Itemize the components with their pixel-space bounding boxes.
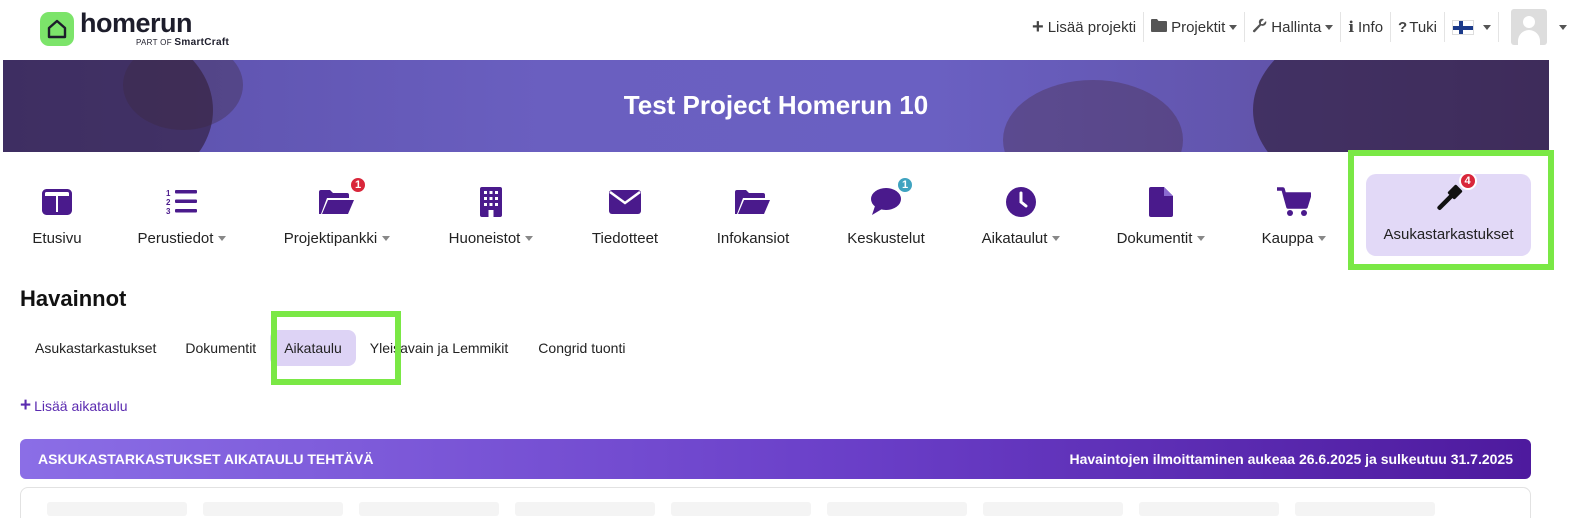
module-label: Tiedotteet bbox=[591, 230, 659, 247]
info-label: Info bbox=[1358, 18, 1384, 36]
admin-label: Hallinta bbox=[1271, 18, 1322, 36]
notification-badge: 1 bbox=[896, 176, 914, 194]
add-schedule-label: Lisää aikataulu bbox=[34, 398, 128, 414]
plus-icon: + bbox=[20, 395, 32, 416]
chevron-down-icon bbox=[218, 236, 227, 241]
module-kauppa[interactable]: Kauppa bbox=[1254, 170, 1334, 260]
schedule-panel-header: ASKUKASTARKASTUKSET AIKATAULU TEHTÄVÄ Ha… bbox=[20, 439, 1531, 479]
module-dokumentit[interactable]: Dokumentit bbox=[1108, 170, 1214, 260]
module-tiedotteet[interactable]: Tiedotteet bbox=[582, 170, 668, 260]
cart-icon bbox=[1274, 182, 1314, 222]
avatar bbox=[1511, 9, 1547, 45]
tab-dokumentit[interactable]: Dokumentit bbox=[171, 330, 264, 366]
module-huoneistot[interactable]: Huoneistot bbox=[440, 170, 542, 260]
question-icon: ? bbox=[1398, 18, 1408, 36]
user-menu[interactable] bbox=[1499, 9, 1574, 45]
placeholder-cell bbox=[1139, 502, 1279, 516]
placeholder-cell bbox=[1295, 502, 1435, 516]
module-label: Infokansiot bbox=[716, 230, 790, 247]
page-title: Havainnot bbox=[20, 286, 127, 311]
panel-title: ASKUKASTARKASTUKSET AIKATAULU TEHTÄVÄ bbox=[38, 451, 374, 467]
chevron-down-icon bbox=[1318, 236, 1327, 241]
add-schedule-link[interactable]: + Lisää aikataulu bbox=[20, 395, 128, 416]
project-banner: Test Project Homerun 10 bbox=[3, 60, 1549, 152]
info-icon: i bbox=[1348, 18, 1355, 36]
chevron-down-icon bbox=[1559, 24, 1567, 30]
chevron-down-icon bbox=[525, 236, 534, 241]
module-label: Dokumentit bbox=[1116, 230, 1193, 247]
svg-text:3: 3 bbox=[166, 207, 171, 216]
notification-badge: 1 bbox=[349, 176, 367, 194]
support-link[interactable]: ? Tuki bbox=[1391, 12, 1445, 42]
module-label: Huoneistot bbox=[448, 230, 521, 247]
module-perustiedot[interactable]: 123 Perustiedot bbox=[128, 170, 236, 260]
module-label: Aikataulut bbox=[981, 230, 1048, 247]
envelope-icon bbox=[605, 182, 645, 222]
admin-dropdown[interactable]: Hallinta bbox=[1245, 12, 1342, 42]
brand-sub: PART OF SmartCraft bbox=[136, 37, 229, 48]
finland-flag-icon bbox=[1452, 19, 1474, 35]
clock-icon bbox=[1001, 182, 1041, 222]
plus-icon: + bbox=[1032, 15, 1044, 38]
svg-text:1: 1 bbox=[166, 189, 171, 198]
chevron-down-icon bbox=[1483, 24, 1491, 30]
add-project-label: Lisää projekti bbox=[1047, 18, 1137, 36]
chevron-down-icon bbox=[1229, 24, 1238, 30]
placeholder-cell bbox=[671, 502, 811, 516]
placeholder-cell bbox=[515, 502, 655, 516]
module-label: Kauppa bbox=[1261, 230, 1314, 247]
folder-open-icon: 1 bbox=[317, 176, 367, 222]
module-aikataulut[interactable]: Aikataulut bbox=[972, 170, 1070, 260]
project-title: Test Project Homerun 10 bbox=[623, 90, 929, 120]
panel-info: Havaintojen ilmoittaminen aukeaa 26.6.20… bbox=[1069, 451, 1513, 467]
homerun-logo[interactable]: homerun PART OF SmartCraft bbox=[40, 10, 229, 48]
brand-sub-brand: SmartCraft bbox=[174, 37, 230, 48]
module-keskustelut[interactable]: 1 Keskustelut bbox=[838, 170, 934, 260]
top-bar: homerun PART OF SmartCraft + Lisää proje… bbox=[0, 0, 1592, 60]
module-label: Etusivu bbox=[32, 230, 82, 247]
top-navigation: + Lisää projekti Projektit Hallinta i In… bbox=[1025, 8, 1574, 46]
placeholder-cell bbox=[983, 502, 1123, 516]
placeholder-cell bbox=[359, 502, 499, 516]
brand-name: homerun bbox=[80, 8, 193, 38]
module-infokansiot[interactable]: Infokansiot bbox=[706, 170, 800, 260]
chevron-down-icon bbox=[1197, 236, 1206, 241]
tab-asukastarkastukset[interactable]: Asukastarkastukset bbox=[20, 330, 171, 366]
module-etusivu[interactable]: Etusivu bbox=[20, 170, 94, 260]
building-icon bbox=[471, 182, 511, 222]
numbered-list-icon: 123 bbox=[162, 182, 202, 222]
chevron-down-icon bbox=[382, 236, 391, 241]
module-label: Keskustelut bbox=[847, 230, 925, 247]
schedule-panel-body bbox=[20, 487, 1531, 518]
wrench-icon bbox=[1252, 18, 1267, 37]
chevron-down-icon bbox=[1052, 236, 1061, 241]
chevron-down-icon bbox=[1325, 24, 1334, 30]
module-projektipankki[interactable]: 1 Projektipankki bbox=[274, 170, 400, 260]
language-dropdown[interactable] bbox=[1445, 12, 1499, 42]
placeholder-cell bbox=[47, 502, 187, 516]
folder-icon bbox=[1151, 18, 1168, 36]
projects-label: Projektit bbox=[1171, 18, 1226, 36]
placeholder-cell bbox=[203, 502, 343, 516]
placeholder-cell bbox=[827, 502, 967, 516]
projects-dropdown[interactable]: Projektit bbox=[1144, 12, 1246, 42]
info-link[interactable]: i Info bbox=[1341, 12, 1392, 42]
tab-congrid-tuonti[interactable]: Congrid tuonti bbox=[522, 330, 639, 366]
add-project-link[interactable]: + Lisää projekti bbox=[1025, 12, 1145, 42]
module-label: Projektipankki bbox=[283, 230, 378, 247]
highlight-frame bbox=[271, 311, 401, 385]
folder-open-icon bbox=[733, 182, 773, 222]
brand-sub-prefix: PART OF bbox=[136, 38, 172, 47]
house-icon bbox=[40, 12, 74, 46]
file-icon bbox=[1141, 182, 1181, 222]
chat-bubble-icon: 1 bbox=[866, 176, 914, 222]
svg-text:2: 2 bbox=[166, 198, 171, 207]
highlight-frame bbox=[1348, 150, 1554, 270]
module-label: Perustiedot bbox=[137, 230, 214, 247]
layout-columns-icon bbox=[37, 182, 77, 222]
support-label: Tuki bbox=[1409, 18, 1437, 36]
